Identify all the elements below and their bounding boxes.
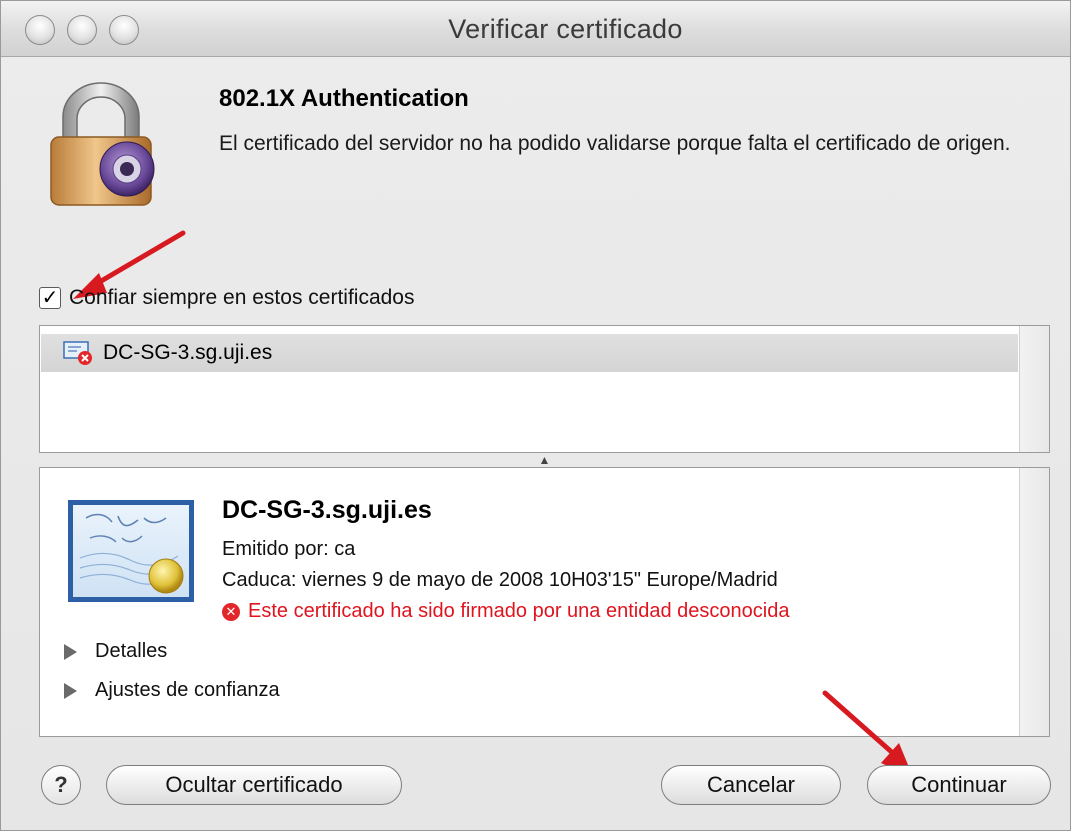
- window-title: Verificar certificado: [448, 14, 683, 44]
- certificate-list: DC-SG-3.sg.uji.es: [39, 325, 1050, 453]
- list-scrollbar[interactable]: [1019, 326, 1049, 452]
- continue-button[interactable]: Continuar: [867, 765, 1051, 805]
- certificate-error-text: Este certificado ha sido firmado por una…: [248, 600, 790, 622]
- certificate-icon: [68, 500, 194, 602]
- trust-settings-disclosure[interactable]: Ajustes de confianza: [64, 679, 280, 702]
- disclosure-triangle-icon: [64, 682, 77, 699]
- certificate-issuer: Emitido por: ca: [222, 538, 356, 560]
- trust-settings-label: Ajustes de confianza: [95, 679, 280, 701]
- dialog-message: El certificado del servidor no ha podido…: [219, 132, 1011, 155]
- lock-icon: [50, 82, 155, 206]
- details-disclosure[interactable]: Detalles: [64, 640, 167, 663]
- details-label: Detalles: [95, 640, 168, 662]
- pane-splitter[interactable]: ▲: [39, 453, 1050, 467]
- verify-certificate-dialog: Verificar certificado 802.1X Authenticat…: [0, 0, 1071, 831]
- splitter-grip-icon: ▲: [538, 453, 551, 467]
- title-bar: Verificar certificado: [1, 1, 1070, 57]
- list-item-label: DC-SG-3.sg.uji.es: [103, 341, 273, 364]
- cancel-button[interactable]: Cancelar: [661, 765, 841, 805]
- hide-certificate-button[interactable]: Ocultar certificado: [106, 765, 402, 805]
- list-item[interactable]: DC-SG-3.sg.uji.es: [41, 334, 1018, 372]
- certificate-error-message: ✕ Este certificado ha sido firmado por u…: [222, 600, 789, 623]
- error-icon: ✕: [222, 602, 240, 621]
- trust-always-checkbox[interactable]: ✓: [39, 287, 61, 309]
- dialog-heading: 802.1X Authentication: [219, 85, 469, 112]
- certificate-error-icon: [63, 341, 92, 365]
- disclosure-triangle-icon: [64, 643, 77, 660]
- help-button[interactable]: ?: [41, 765, 81, 805]
- certificate-expiry: Caduca: viernes 9 de mayo de 2008 10H03'…: [222, 569, 778, 591]
- detail-scrollbar[interactable]: [1019, 468, 1049, 736]
- trust-always-option[interactable]: ✓ Confiar siempre en estos certificados: [39, 283, 415, 313]
- certificate-name: DC-SG-3.sg.uji.es: [222, 496, 432, 524]
- trust-always-label: Confiar siempre en estos certificados: [69, 286, 415, 309]
